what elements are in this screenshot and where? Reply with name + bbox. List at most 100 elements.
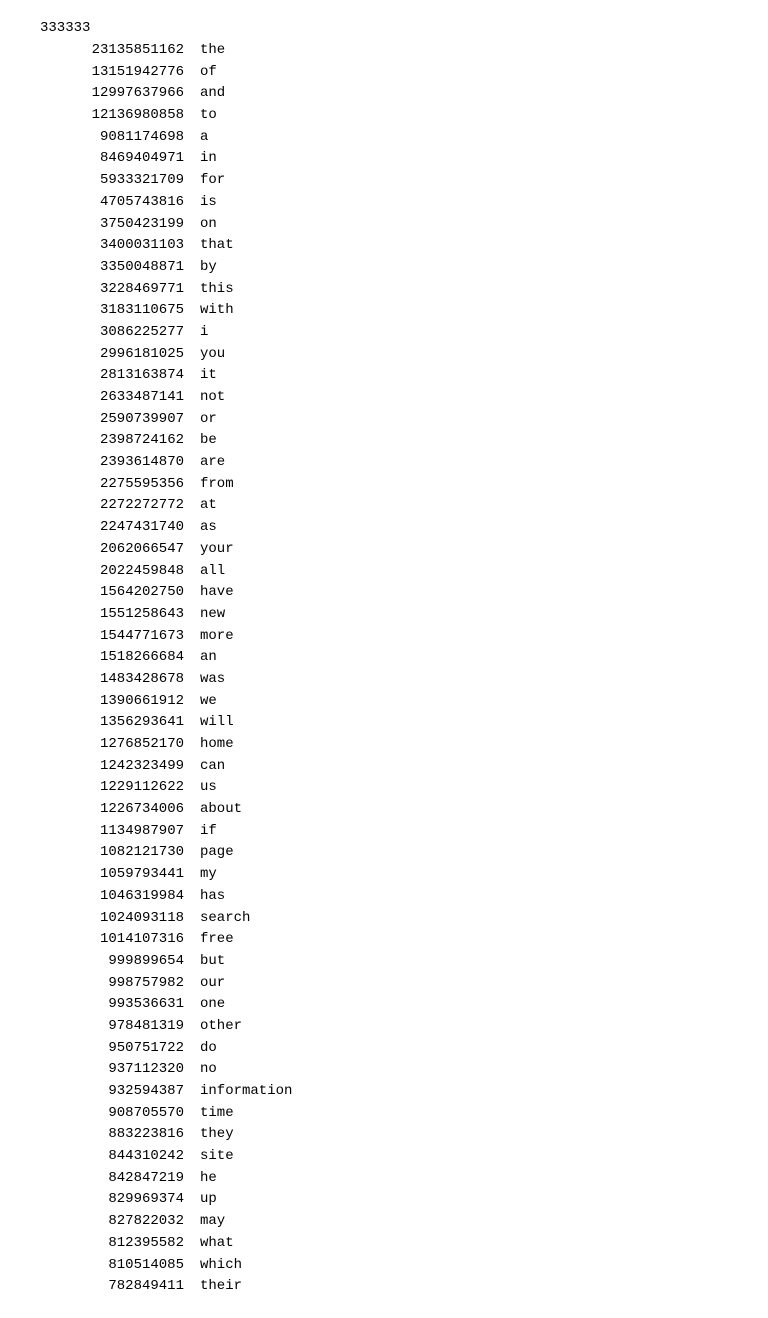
table-row: 23135851162the — [40, 40, 728, 62]
frequency-number: 812395582 — [40, 1233, 200, 1255]
frequency-number: 8469404971 — [40, 148, 200, 170]
frequency-number: 978481319 — [40, 1016, 200, 1038]
frequency-number: 3228469771 — [40, 279, 200, 301]
frequency-number: 2272272772 — [40, 495, 200, 517]
frequency-number: 844310242 — [40, 1146, 200, 1168]
frequency-number: 2996181025 — [40, 344, 200, 366]
frequency-number: 2275595356 — [40, 474, 200, 496]
table-row: 1544771673more — [40, 626, 728, 648]
frequency-number: 937112320 — [40, 1059, 200, 1081]
table-row: 812395582what — [40, 1233, 728, 1255]
word-label: a — [200, 127, 208, 149]
table-row: 3086225277i — [40, 322, 728, 344]
word-label: that — [200, 235, 234, 257]
table-row: 2398724162be — [40, 430, 728, 452]
frequency-number: 993536631 — [40, 994, 200, 1016]
word-label: have — [200, 582, 234, 604]
word-frequency-table: 23135851162the13151942776of12997637966an… — [40, 40, 728, 1298]
frequency-number: 12136980858 — [40, 105, 200, 127]
frequency-number: 1229112622 — [40, 777, 200, 799]
word-label: do — [200, 1038, 217, 1060]
word-label: and — [200, 83, 225, 105]
frequency-number: 1226734006 — [40, 799, 200, 821]
frequency-number: 1356293641 — [40, 712, 200, 734]
word-label: search — [200, 908, 250, 930]
table-row: 3183110675with — [40, 300, 728, 322]
word-label: was — [200, 669, 225, 691]
frequency-number: 1242323499 — [40, 756, 200, 778]
word-label: it — [200, 365, 217, 387]
table-row: 12997637966and — [40, 83, 728, 105]
frequency-number: 1014107316 — [40, 929, 200, 951]
word-label: can — [200, 756, 225, 778]
frequency-number: 23135851162 — [40, 40, 200, 62]
table-row: 1356293641will — [40, 712, 728, 734]
frequency-number: 1564202750 — [40, 582, 200, 604]
word-label: he — [200, 1168, 217, 1190]
word-label: us — [200, 777, 217, 799]
table-row: 999899654but — [40, 951, 728, 973]
frequency-number: 2247431740 — [40, 517, 200, 539]
word-label: on — [200, 214, 217, 236]
frequency-number: 1082121730 — [40, 842, 200, 864]
table-row: 3750423199on — [40, 214, 728, 236]
frequency-number: 3086225277 — [40, 322, 200, 344]
table-row: 1059793441my — [40, 864, 728, 886]
table-row: 1082121730page — [40, 842, 728, 864]
table-row: 8469404971in — [40, 148, 728, 170]
word-label: with — [200, 300, 234, 322]
word-label: information — [200, 1081, 292, 1103]
word-label: by — [200, 257, 217, 279]
frequency-number: 1518266684 — [40, 647, 200, 669]
header-title: 333333 — [40, 20, 90, 36]
word-label: of — [200, 62, 217, 84]
word-label: from — [200, 474, 234, 496]
frequency-number: 5933321709 — [40, 170, 200, 192]
word-label: other — [200, 1016, 242, 1038]
word-label: my — [200, 864, 217, 886]
table-row: 12136980858to — [40, 105, 728, 127]
table-row: 13151942776of — [40, 62, 728, 84]
frequency-number: 2813163874 — [40, 365, 200, 387]
table-row: 937112320no — [40, 1059, 728, 1081]
table-row: 1276852170home — [40, 734, 728, 756]
word-label: time — [200, 1103, 234, 1125]
table-row: 3350048871by — [40, 257, 728, 279]
word-label: which — [200, 1255, 242, 1277]
word-label: are — [200, 452, 225, 474]
frequency-number: 1483428678 — [40, 669, 200, 691]
word-label: free — [200, 929, 234, 951]
frequency-number: 2398724162 — [40, 430, 200, 452]
frequency-number: 883223816 — [40, 1124, 200, 1146]
word-label: about — [200, 799, 242, 821]
word-label: the — [200, 40, 225, 62]
table-row: 1046319984has — [40, 886, 728, 908]
frequency-number: 1544771673 — [40, 626, 200, 648]
frequency-number: 3400031103 — [40, 235, 200, 257]
table-row: 2272272772at — [40, 495, 728, 517]
table-row: 2022459848all — [40, 561, 728, 583]
table-row: 1551258643new — [40, 604, 728, 626]
word-label: i — [200, 322, 208, 344]
table-row: 1390661912we — [40, 691, 728, 713]
word-label: to — [200, 105, 217, 127]
table-row: 2590739907or — [40, 409, 728, 431]
frequency-number: 2062066547 — [40, 539, 200, 561]
table-row: 908705570time — [40, 1103, 728, 1125]
table-row: 842847219he — [40, 1168, 728, 1190]
frequency-number: 2022459848 — [40, 561, 200, 583]
table-row: 1014107316free — [40, 929, 728, 951]
table-row: 2062066547your — [40, 539, 728, 561]
frequency-number: 827822032 — [40, 1211, 200, 1233]
frequency-number: 842847219 — [40, 1168, 200, 1190]
word-label: will — [200, 712, 234, 734]
word-label: they — [200, 1124, 234, 1146]
table-row: 782849411their — [40, 1276, 728, 1298]
table-row: 1134987907if — [40, 821, 728, 843]
table-row: 810514085which — [40, 1255, 728, 1277]
word-label: be — [200, 430, 217, 452]
table-row: 2633487141not — [40, 387, 728, 409]
word-label: has — [200, 886, 225, 908]
word-label: site — [200, 1146, 234, 1168]
word-label: if — [200, 821, 217, 843]
